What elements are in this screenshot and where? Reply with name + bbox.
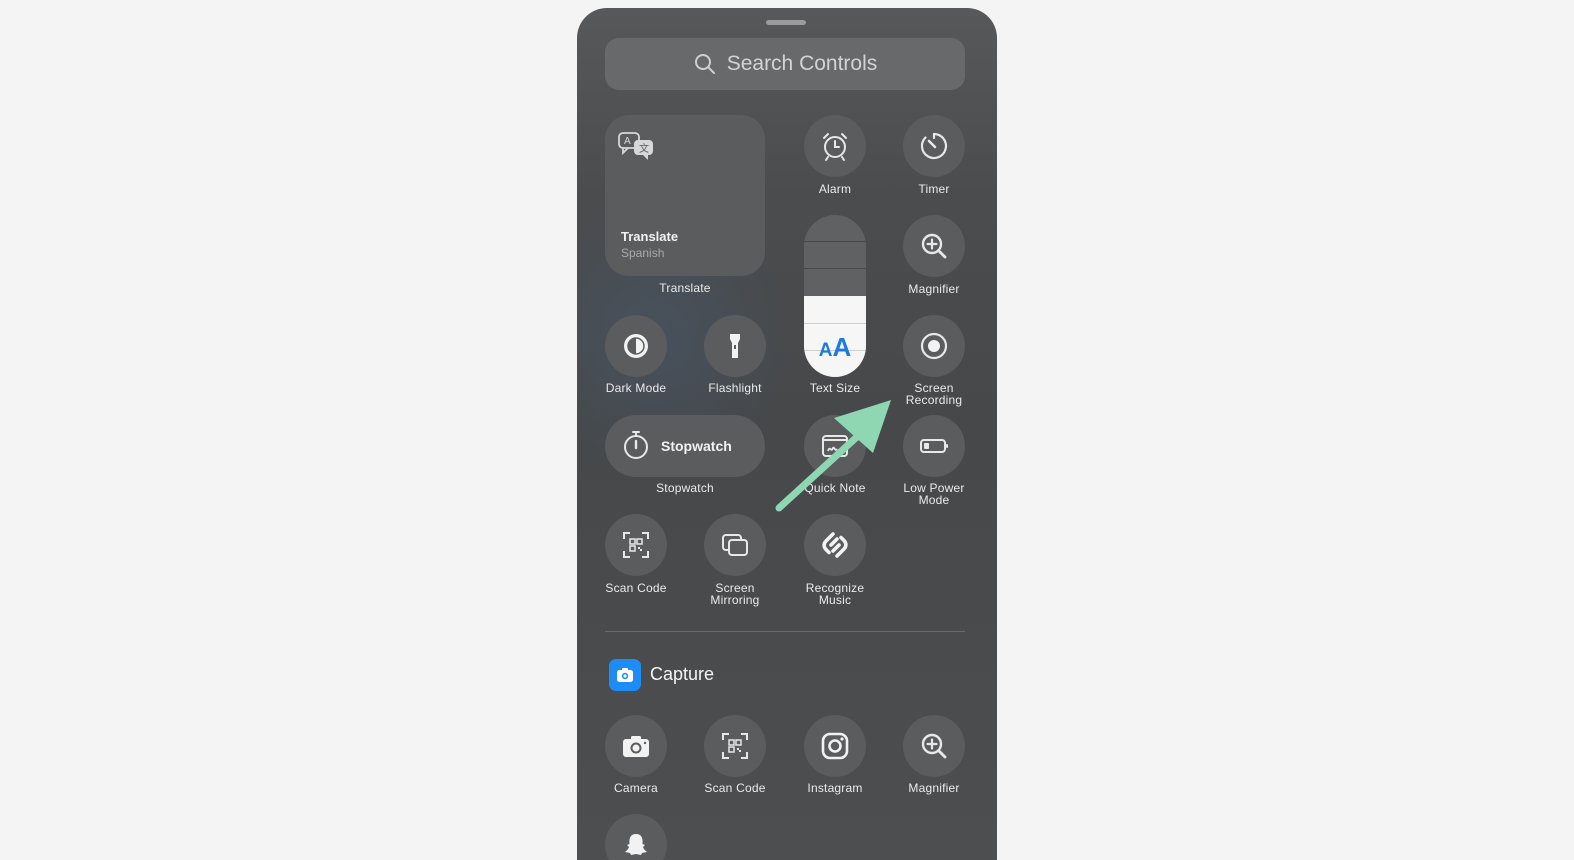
- shazam-icon: [822, 532, 848, 558]
- stopwatch-icon: [624, 431, 648, 459]
- translate-language: Spanish: [621, 246, 665, 260]
- capture-magnifier-label: Magnifier: [908, 781, 960, 795]
- translate-icon: A 文: [618, 132, 653, 160]
- sheet-grabber[interactable]: [766, 20, 806, 25]
- flashlight-label: Flashlight: [708, 381, 762, 395]
- magnifier-icon: [921, 733, 947, 759]
- alarm-label: Alarm: [818, 182, 852, 196]
- camera-label: Camera: [614, 781, 658, 795]
- capture-scan-code-label: Scan Code: [704, 781, 766, 795]
- translate-tile[interactable]: A 文 Translate Spanish: [605, 115, 765, 276]
- dark-mode-label: Dark Mode: [605, 381, 667, 395]
- snapchat-ghost-icon: [625, 834, 647, 855]
- quick-note-label: Quick Note: [804, 481, 866, 495]
- search-icon: [694, 54, 715, 74]
- scan-code-label: Scan Code: [605, 581, 667, 595]
- screen-recording-label-line2: Recording: [905, 393, 963, 407]
- camera-button[interactable]: [605, 715, 667, 777]
- recognize-music-button[interactable]: [804, 514, 866, 576]
- recognize-music-label-line2: Music: [818, 593, 852, 607]
- timer-button[interactable]: [903, 115, 965, 177]
- capture-section-icon: [609, 659, 641, 691]
- search-placeholder: Search Controls: [726, 52, 878, 75]
- alarm-clock-icon: [823, 133, 847, 161]
- stopwatch-tile[interactable]: Stopwatch: [605, 415, 765, 477]
- dark-mode-icon: [624, 334, 648, 358]
- text-size-icon: AA: [818, 332, 852, 362]
- scan-code-button[interactable]: [605, 514, 667, 576]
- flashlight-icon: [730, 334, 740, 358]
- battery-icon: [920, 439, 948, 453]
- qr-scan-icon: [623, 532, 649, 558]
- low-power-label-line2: Mode: [918, 493, 950, 507]
- instagram-button[interactable]: [804, 715, 866, 777]
- search-controls-field[interactable]: Search Controls: [605, 38, 965, 90]
- snapchat-button[interactable]: [605, 814, 667, 860]
- magnifier-label: Magnifier: [908, 282, 960, 296]
- low-power-mode-button[interactable]: [903, 415, 965, 477]
- capture-scan-code-button[interactable]: [704, 715, 766, 777]
- screen-mirroring-label-line2: Mirroring: [710, 593, 760, 607]
- text-size-slider[interactable]: AA: [804, 215, 866, 377]
- text-size-label: Text Size: [809, 381, 861, 395]
- instagram-label: Instagram: [807, 781, 863, 795]
- screen-mirroring-button[interactable]: [704, 514, 766, 576]
- section-divider: [605, 631, 965, 632]
- screen-recording-icon: [920, 332, 948, 360]
- camera-app-icon: [617, 668, 633, 682]
- capture-magnifier-button[interactable]: [903, 715, 965, 777]
- translate-title: Translate: [621, 229, 679, 244]
- camera-icon: [623, 736, 649, 757]
- alarm-button[interactable]: [804, 115, 866, 177]
- stopwatch-tile-title: Stopwatch: [661, 438, 732, 454]
- capture-section-title: Capture: [650, 664, 715, 684]
- magnifier-icon: [921, 233, 947, 259]
- translate-label: Translate: [659, 281, 711, 295]
- qr-scan-icon: [722, 733, 748, 759]
- svg-text:A: A: [624, 136, 631, 147]
- screen-mirroring-icon: [722, 534, 748, 556]
- quick-note-button[interactable]: [804, 415, 866, 477]
- dark-mode-button[interactable]: [605, 315, 667, 377]
- stopwatch-label: Stopwatch: [656, 481, 714, 495]
- quick-note-icon: [822, 435, 848, 457]
- timer-icon: [920, 132, 948, 160]
- instagram-icon: [821, 732, 849, 760]
- screen-recording-button[interactable]: [903, 315, 965, 377]
- flashlight-button[interactable]: [704, 315, 766, 377]
- controls-gallery-sheet: Search Controls A 文 Translate Spanish Tr…: [577, 8, 997, 860]
- magnifier-button[interactable]: [903, 215, 965, 277]
- timer-label: Timer: [918, 182, 950, 196]
- svg-text:文: 文: [639, 142, 649, 155]
